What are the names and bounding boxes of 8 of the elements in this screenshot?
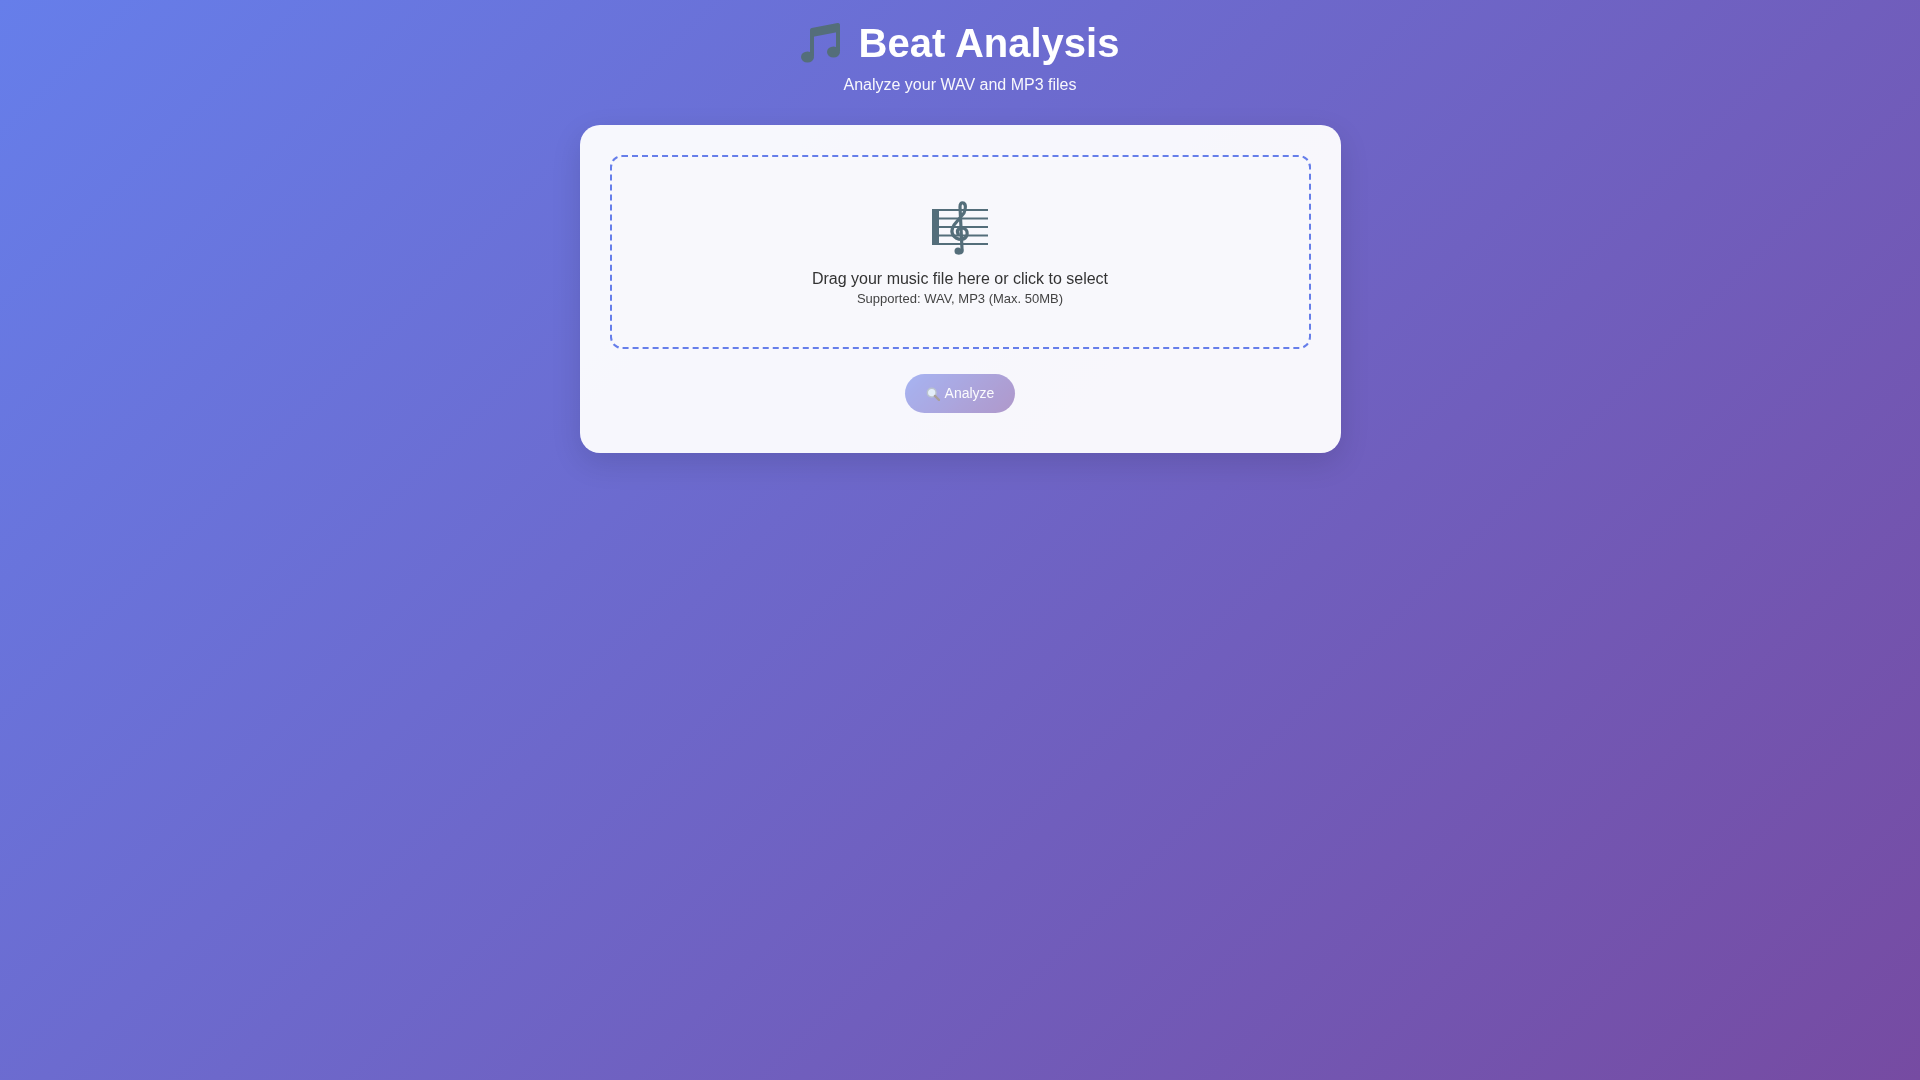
supported-formats-text: Supported: WAV, MP3 (Max. 50MB)	[856, 291, 1064, 307]
search-icon	[925, 386, 940, 401]
file-drop-zone[interactable]: Drag your music file here or click to select Supported: WAV, MP3 (Max. 50MB)	[609, 155, 1311, 349]
app-title: Beat Analysis	[858, 20, 1120, 66]
music-staff-icon	[932, 201, 988, 255]
music-note-icon	[800, 22, 841, 64]
app-subtitle: Analyze your WAV and MP3 files	[843, 76, 1077, 94]
drop-prompt-text: Drag your music file here or click to select	[811, 270, 1109, 288]
